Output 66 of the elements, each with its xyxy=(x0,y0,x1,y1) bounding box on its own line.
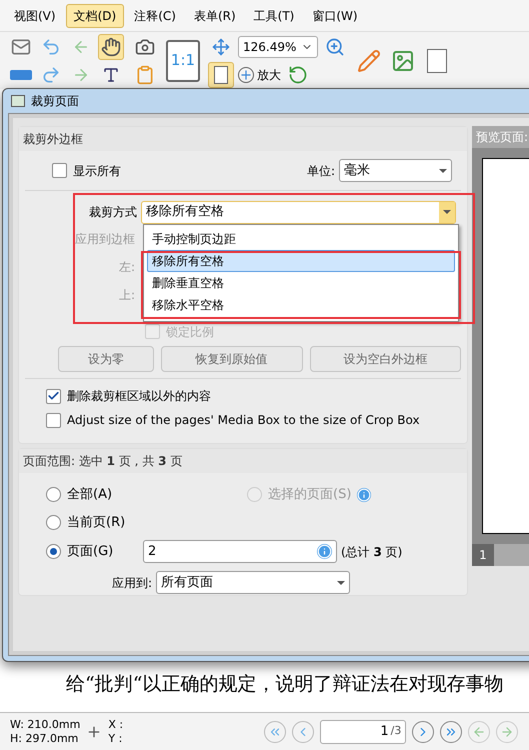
previous-page-button[interactable] xyxy=(292,720,314,742)
menu-item[interactable]: 注释(C) xyxy=(126,4,184,28)
apply-to-select[interactable]: 所有页面 xyxy=(156,571,350,594)
info-icon xyxy=(317,544,332,559)
checkbox[interactable] xyxy=(52,163,67,178)
next-page-button[interactable] xyxy=(412,720,434,742)
action-button[interactable]: 恢复到原始值 xyxy=(160,346,303,372)
unit-label: 单位: xyxy=(306,162,335,180)
checkbox[interactable] xyxy=(46,388,61,404)
dropdown-option[interactable]: 删除垂直空格 xyxy=(147,272,455,294)
checkbox[interactable] xyxy=(46,412,61,428)
menu-item[interactable]: 窗口(W) xyxy=(304,4,366,28)
plus-icon xyxy=(238,66,254,82)
dropdown-option[interactable]: 移除所有空格 xyxy=(147,250,455,272)
left-label: 左: xyxy=(119,259,136,276)
checkbox-label: 显示所有 xyxy=(73,162,121,180)
preview-title: 预览页面: xyxy=(476,129,528,146)
zoom-in-button[interactable]: 放大 xyxy=(238,66,281,84)
page-total: /3 xyxy=(390,723,402,740)
x-coordinate: X : xyxy=(108,718,124,732)
info-icon xyxy=(357,488,372,502)
top-label: 上: xyxy=(119,287,136,304)
checkbox-label: 删除裁剪框区域以外的内容 xyxy=(67,388,211,405)
apply-to-label: 应用到: xyxy=(112,574,152,592)
radio-button[interactable] xyxy=(46,487,61,502)
page-number-field[interactable]: 1/3 xyxy=(320,720,406,744)
actual-size-button[interactable]: 1:1 xyxy=(166,40,200,82)
window-icon xyxy=(11,95,25,107)
checkbox-label: 锁定比例 xyxy=(166,325,214,339)
radio-button[interactable] xyxy=(46,544,61,559)
dropdown-arrow-icon xyxy=(443,210,451,214)
page-height: H: 297.0mm xyxy=(10,732,80,746)
group-title: 页面范围: 选中 1 页 , 共 3 页 xyxy=(23,453,182,470)
radio-label: 选择的页面(S) xyxy=(268,486,352,504)
unit-select[interactable]: 毫米 xyxy=(339,159,452,182)
total-pages: (总计 3 页) xyxy=(341,544,402,560)
preview-page-number: 1 xyxy=(472,544,494,566)
first-page-button[interactable] xyxy=(264,720,286,742)
group-title: 裁剪外边框 xyxy=(23,131,83,148)
page-range-field[interactable]: 2 xyxy=(143,540,337,563)
crop-method-select[interactable]: 移除所有空格 xyxy=(141,200,456,224)
y-coordinate: Y : xyxy=(108,732,124,746)
menu-item[interactable]: 工具(T) xyxy=(246,4,302,28)
action-button[interactable]: 设为空白外边框 xyxy=(310,346,461,372)
radio-label: 当前页(R) xyxy=(67,514,126,532)
dropdown-arrow-icon xyxy=(439,168,447,172)
zoom-field[interactable]: 126.49% xyxy=(238,36,318,58)
radio-label: 全部(A) xyxy=(67,486,112,504)
dropdown-arrow-icon xyxy=(337,580,346,584)
checkbox[interactable] xyxy=(145,324,160,339)
page-width: W: 210.0mm xyxy=(10,718,80,732)
dropdown-option[interactable]: 移除水平空格 xyxy=(147,294,455,316)
radio-label: 页面(G) xyxy=(67,542,114,561)
menu-item[interactable]: 视图(V) xyxy=(6,4,64,28)
document-text: 给“批判“以正确的规定，说明了辩证法在对现存事物 xyxy=(66,672,504,696)
radio-button[interactable] xyxy=(46,514,61,530)
checkbox-label: Adjust size of the pages' Media Box to the size of Crop Box xyxy=(67,412,420,429)
window-title: 裁剪页面 xyxy=(31,93,79,110)
last-page-button[interactable] xyxy=(440,720,462,742)
action-button[interactable]: 设为零 xyxy=(58,346,154,372)
dropdown-option[interactable]: 手动控制页边距 xyxy=(147,228,455,250)
crop-method-label: 裁剪方式 xyxy=(88,204,137,221)
menu-item[interactable]: 文档(D) xyxy=(66,4,124,28)
menu-item[interactable]: 表单(R) xyxy=(186,4,244,28)
apply-border-label: 应用到边框 xyxy=(75,231,135,248)
hand-icon[interactable] xyxy=(98,34,124,60)
